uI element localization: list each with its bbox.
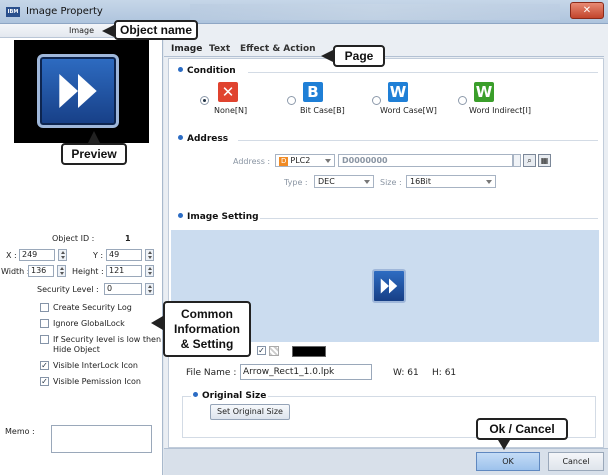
height-readout: H: 61 [432,368,457,378]
preview-callout: Preview [61,143,127,165]
callout-pointer [321,50,333,62]
condition-word-indirect-radio[interactable] [458,96,467,105]
footer-bar [164,448,608,475]
app-icon: IBM [6,7,20,17]
type-select[interactable]: DEC [314,175,374,188]
size-select[interactable]: 16Bit [406,175,496,188]
ignore-globallock-checkbox[interactable] [40,319,49,328]
b-icon: B [303,82,323,102]
height-stepper[interactable] [145,265,154,277]
visible-permission-icon-checkbox[interactable]: ✓ [40,377,49,386]
keypad-icon[interactable]: ▦ [538,154,551,167]
object-id-value: 1 [125,234,131,243]
height-label: Height : [72,267,104,276]
type-label: Type : [284,178,308,187]
ignore-globallock-label: Ignore GlobalLock [53,319,125,328]
condition-none-label: None[N] [214,106,248,115]
security-level-stepper[interactable] [145,283,154,295]
y-input[interactable]: 49 [106,249,142,261]
hide-object-checkbox[interactable] [40,335,49,344]
ok-button[interactable]: OK [476,452,540,471]
object-name-callout: Object name [114,20,198,40]
security-level-input[interactable]: 0 [104,283,142,295]
divider [248,72,598,73]
original-size-title: Original Size [191,391,269,401]
y-label: Y : [93,251,104,260]
condition-bit-case-radio[interactable] [287,96,296,105]
condition-bit-case-label: Bit Case[B] [300,106,345,115]
object-id-label: Object ID : [52,234,95,243]
condition-none-radio[interactable] [200,96,209,105]
address-input[interactable]: D0000000 [338,154,513,167]
window-title: Image Property [26,6,103,17]
address-stepper[interactable] [513,154,521,167]
fast-forward-icon [37,54,119,128]
x-label: X : [6,251,17,260]
visible-interlock-icon-checkbox[interactable]: ✓ [40,361,49,370]
height-input[interactable]: 121 [106,265,142,277]
callout-pointer [498,440,510,450]
memo-input[interactable] [51,425,152,453]
w-icon: W [388,82,408,102]
callout-pointer [88,131,100,143]
fast-forward-icon[interactable] [372,269,406,303]
divider [238,140,598,141]
hide-object-label-line2: Hide Object [53,345,100,354]
visible-interlock-icon-label: Visible InterLock Icon [53,361,138,370]
ok-cancel-callout: Ok / Cancel [476,418,568,440]
address-title: Address [178,134,228,144]
y-stepper[interactable] [145,249,154,261]
hide-object-label-line1: If Security level is low then [53,335,162,344]
close-button[interactable]: ✕ [570,2,604,19]
x-stepper[interactable] [58,249,67,261]
tab-text[interactable]: Text [209,44,230,54]
file-name-label: File Name : [186,368,237,378]
file-name-input[interactable]: Arrow_Rect1_1.0.lpk [240,364,372,380]
image-setting-title: Image Setting [178,212,259,222]
color-swatch[interactable] [292,346,326,357]
callout-line: & Setting [180,337,234,351]
width-input[interactable]: 136 [28,265,54,277]
common-information-callout: Common Information & Setting [163,301,251,357]
visible-permission-icon-label: Visible Pemission Icon [53,377,141,386]
tab-image[interactable]: Image [171,44,202,54]
cancel-button[interactable]: Cancel [548,452,604,471]
memo-label: Memo : [5,427,35,436]
device-badge: D [279,157,289,166]
width-readout: W: 61 [393,368,419,378]
condition-title: Condition [178,66,236,76]
create-security-log-label: Create Security Log [53,303,132,312]
w-green-icon: W [474,82,494,102]
condition-word-case-label: Word Case[W] [380,106,437,115]
tab-effect-action[interactable]: Effect & Action [240,44,316,54]
device-select[interactable]: D PLC2 [275,154,335,167]
x-input[interactable]: 249 [19,249,55,261]
callout-pointer [102,25,114,37]
set-original-size-button[interactable]: Set Original Size [210,404,290,420]
transparency-swatch-icon [269,346,279,356]
divider [260,218,598,219]
page-callout: Page [333,45,385,67]
condition-word-indirect-label: Word Indirect[I] [469,106,532,115]
address-browse-icon[interactable]: ⌕ [523,154,536,167]
address-label: Address : [233,157,271,166]
width-stepper[interactable] [57,265,66,277]
security-level-label: Security Level : [37,285,99,294]
transparent-checkbox[interactable]: ✓ [257,346,266,355]
width-label: Width : [1,267,30,276]
callout-line: Common [181,307,233,321]
title-bar-background [190,4,560,20]
size-label: Size : [380,178,402,187]
callout-line: Information [174,322,240,336]
condition-word-case-radio[interactable] [372,96,381,105]
create-security-log-checkbox[interactable] [40,303,49,312]
callout-pointer [151,316,163,330]
x-icon: ✕ [218,82,238,102]
